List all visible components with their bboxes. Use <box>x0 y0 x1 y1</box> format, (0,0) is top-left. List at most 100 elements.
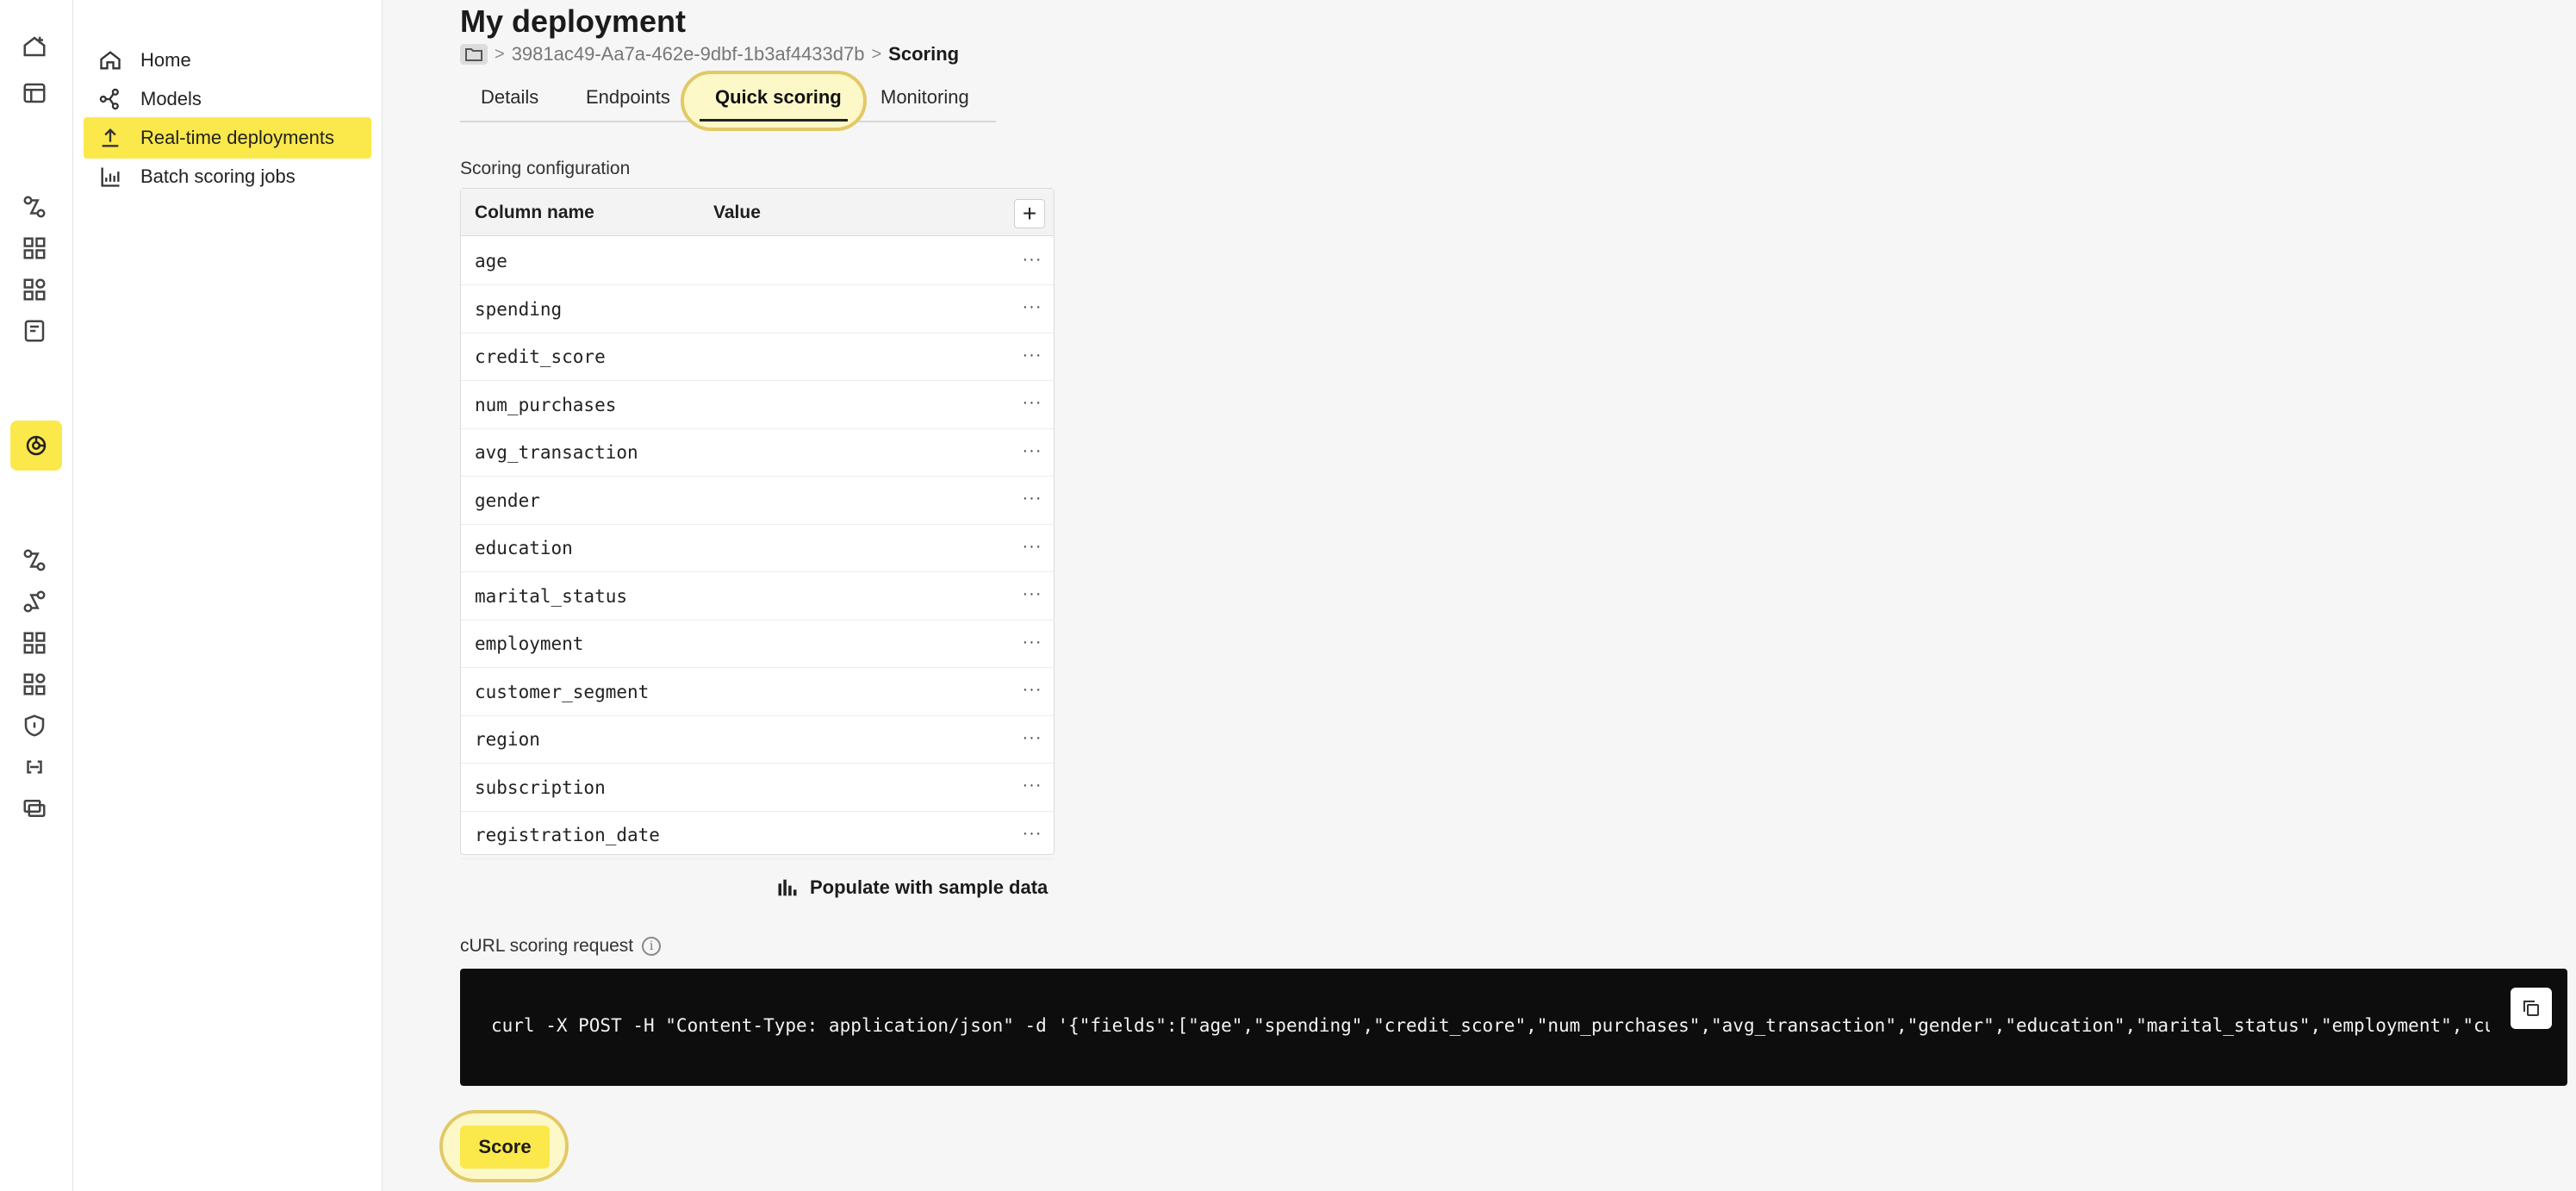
grid-icon[interactable] <box>19 233 50 264</box>
value-cell[interactable] <box>713 825 972 845</box>
column-name-cell: age <box>475 251 507 271</box>
tab-quick-scoring[interactable]: Quick scoring <box>715 86 842 109</box>
table-row: employment ··· <box>461 620 1054 668</box>
apps-icon[interactable] <box>19 274 50 305</box>
flow-alt-icon[interactable] <box>19 586 50 617</box>
home-add-icon[interactable] <box>19 31 50 62</box>
sample-data-icon <box>778 879 797 896</box>
flow-icon[interactable] <box>19 545 50 576</box>
column-name-cell: marital_status <box>475 585 628 607</box>
table-row: education ··· <box>461 524 1054 572</box>
sidebar-item-real-time-deployments[interactable]: Real-time deployments <box>84 117 371 159</box>
tab-monitoring[interactable]: Monitoring <box>880 86 969 109</box>
breadcrumb-current: Scoring <box>888 43 960 65</box>
table-row: customer_segment ··· <box>461 668 1054 716</box>
value-cell[interactable] <box>713 729 972 750</box>
column-header-value: Value <box>713 203 761 222</box>
folder-icon[interactable] <box>460 44 488 65</box>
deployments-icon[interactable] <box>10 421 62 471</box>
value-cell[interactable] <box>713 586 972 607</box>
table-row: subscription ··· <box>461 764 1054 812</box>
column-name-cell: subscription <box>475 776 606 798</box>
value-cell[interactable] <box>713 633 972 654</box>
sidebar-item-label: Real-time deployments <box>140 127 334 148</box>
scoring-configuration-label: Scoring configuration <box>460 159 631 178</box>
page-title: My deployment <box>460 3 687 39</box>
curl-label-text: cURL scoring request <box>460 936 634 956</box>
score-button[interactable]: Score <box>460 1126 550 1169</box>
monitor-icon[interactable] <box>19 793 50 824</box>
main-content: My deployment > 3981ac49-Aa7a-462e-9dbf-… <box>383 0 2576 1191</box>
row-menu-button[interactable]: ··· <box>1019 722 1045 753</box>
populate-sample-data-button[interactable]: Populate with sample data <box>775 876 1048 900</box>
copy-icon <box>2523 1001 2539 1016</box>
sidebar-item-label: Batch scoring jobs <box>140 165 296 187</box>
sidebar-item-label: Models <box>140 88 202 109</box>
icon-rail <box>0 0 73 1191</box>
value-cell[interactable] <box>713 777 972 798</box>
curl-code-block: curl -X POST -H "Content-Type: applicati… <box>460 969 2567 1086</box>
breadcrumb: > 3981ac49-Aa7a-462e-9dbf-1b3af4433d7b >… <box>460 43 959 65</box>
grid-icon[interactable] <box>19 627 50 658</box>
value-cell[interactable] <box>713 538 972 558</box>
column-name-cell: credit_score <box>475 346 606 367</box>
table-row: gender ··· <box>461 477 1054 525</box>
row-menu-button[interactable]: ··· <box>1019 531 1045 562</box>
table-row: registration_date ··· <box>461 811 1054 859</box>
row-menu-button[interactable]: ··· <box>1019 770 1045 801</box>
add-column-button[interactable]: + <box>1014 199 1045 228</box>
tab-details[interactable]: Details <box>481 86 538 109</box>
apps-icon[interactable] <box>19 669 50 700</box>
shield-icon[interactable] <box>19 710 50 741</box>
link-icon[interactable] <box>19 751 50 783</box>
value-cell[interactable] <box>713 442 972 463</box>
row-menu-button[interactable]: ··· <box>1019 818 1045 849</box>
copy-button[interactable] <box>2511 988 2552 1029</box>
row-menu-button[interactable]: ··· <box>1019 388 1045 419</box>
column-name-cell: region <box>475 729 540 750</box>
row-menu-button[interactable]: ··· <box>1019 292 1045 323</box>
column-name-cell: education <box>475 538 573 558</box>
column-name-cell: num_purchases <box>475 394 617 415</box>
table-row: age ··· <box>461 237 1054 285</box>
table-row: num_purchases ··· <box>461 381 1054 429</box>
table-header: Column name Value + <box>461 189 1054 236</box>
column-name-cell: gender <box>475 489 540 511</box>
breadcrumb-separator: > <box>871 44 882 64</box>
value-cell[interactable] <box>713 682 972 702</box>
sidebar-item-models[interactable]: Models <box>84 78 371 120</box>
column-name-cell: customer_segment <box>475 681 650 702</box>
populate-label: Populate with sample data <box>810 876 1048 898</box>
value-cell[interactable] <box>713 251 972 271</box>
row-menu-button[interactable]: ··· <box>1019 579 1045 610</box>
sidebar-item-batch-scoring-jobs[interactable]: Batch scoring jobs <box>84 156 371 197</box>
value-cell[interactable] <box>713 299 972 320</box>
active-tab-indicator <box>700 119 848 122</box>
table-row: credit_score ··· <box>461 333 1054 381</box>
sidebar-item-home[interactable]: Home <box>84 40 371 81</box>
column-name-cell: employment <box>475 633 584 654</box>
notebook-icon[interactable] <box>19 315 50 346</box>
row-menu-button[interactable]: ··· <box>1019 675 1045 706</box>
table-row: avg_transaction ··· <box>461 428 1054 477</box>
table-row: marital_status ··· <box>461 572 1054 620</box>
table-row: region ··· <box>461 715 1054 764</box>
value-cell[interactable] <box>713 395 972 415</box>
row-menu-button[interactable]: ··· <box>1019 627 1045 658</box>
row-menu-button[interactable]: ··· <box>1019 340 1045 371</box>
flow-icon[interactable] <box>19 191 50 222</box>
column-name-cell: avg_transaction <box>475 442 638 463</box>
curl-command[interactable]: curl -X POST -H "Content-Type: applicati… <box>491 1015 2490 1036</box>
row-menu-button[interactable]: ··· <box>1019 483 1045 514</box>
breadcrumb-separator: > <box>495 44 505 64</box>
info-icon[interactable]: i <box>642 937 662 956</box>
column-header-name: Column name <box>475 203 594 222</box>
row-menu-button[interactable]: ··· <box>1019 435 1045 466</box>
value-cell[interactable] <box>713 346 972 367</box>
breadcrumb-deployment-id[interactable]: 3981ac49-Aa7a-462e-9dbf-1b3af4433d7b <box>512 43 865 65</box>
value-cell[interactable] <box>713 490 972 511</box>
row-menu-button[interactable]: ··· <box>1019 244 1045 275</box>
column-name-cell: registration_date <box>475 825 660 845</box>
dashboard-icon[interactable] <box>19 78 50 109</box>
tab-endpoints[interactable]: Endpoints <box>586 86 670 109</box>
